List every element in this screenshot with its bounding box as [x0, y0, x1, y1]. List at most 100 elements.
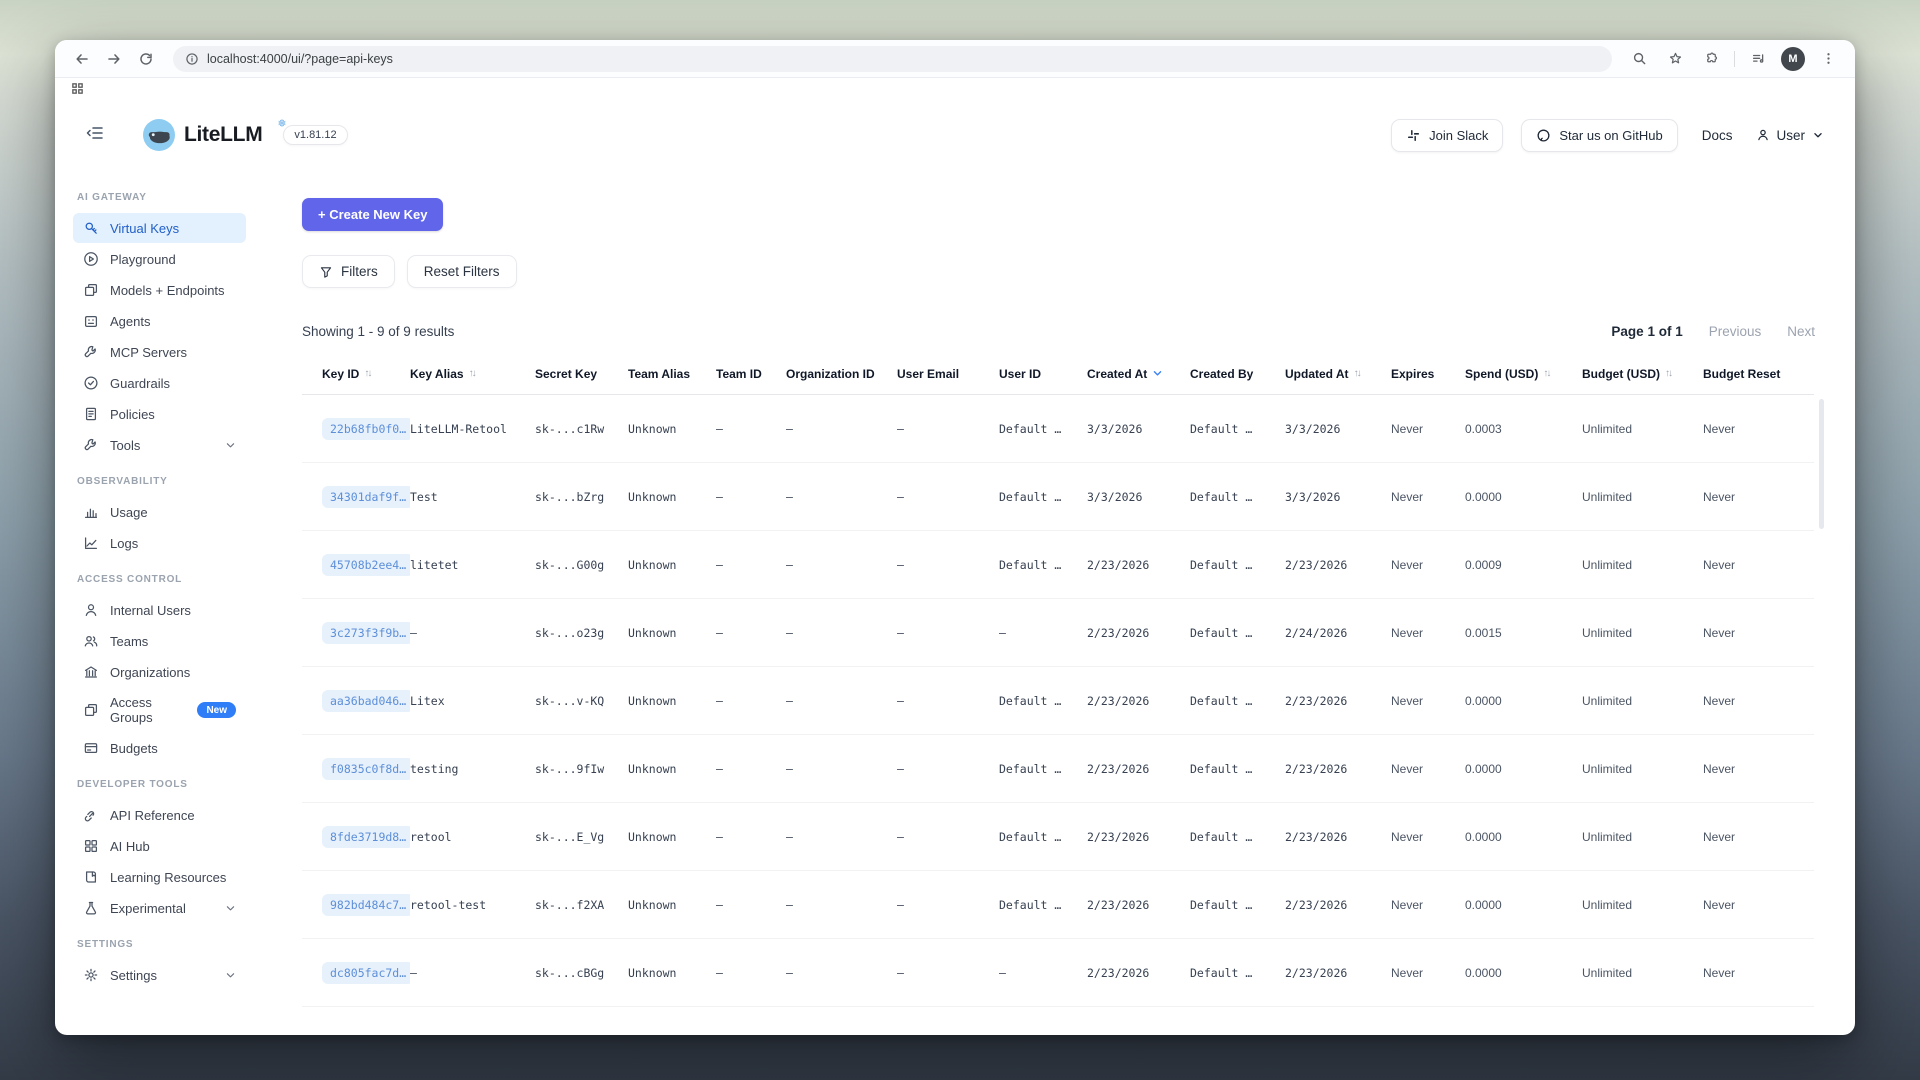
sidebar-item-policies[interactable]: Policies	[73, 399, 246, 429]
sidebar-item-learning-resources[interactable]: Learning Resources	[73, 862, 246, 892]
cell-key-id[interactable]: 8fde3719d8…	[302, 826, 410, 848]
bookmark-star-icon[interactable]	[1662, 46, 1688, 72]
info-icon[interactable]	[185, 52, 199, 66]
cell-created-at: 2/23/2026	[1087, 898, 1190, 912]
sidebar-item-usage[interactable]: Usage	[73, 497, 246, 527]
profile-avatar[interactable]: M	[1781, 47, 1805, 71]
key-id-chip[interactable]: dc805fac7d…	[322, 962, 410, 984]
table-row[interactable]: aa36bad046…Litexsk-...v-KQUnknown–––Defa…	[302, 667, 1814, 735]
column-header-budget-usd[interactable]: Budget (USD)↑↓	[1582, 367, 1703, 381]
zoom-icon[interactable]	[1626, 46, 1652, 72]
cell-key-id[interactable]: 34301daf9f…	[302, 486, 410, 508]
table-row[interactable]: f0835c0f8d…testingsk-...9fIwUnknown–––De…	[302, 735, 1814, 803]
cell-key-id[interactable]: dc805fac7d…	[302, 962, 410, 984]
docs-link[interactable]: Docs	[1696, 128, 1739, 143]
sort-chevron-icon[interactable]	[1152, 368, 1163, 379]
sidebar-item-experimental[interactable]: Experimental	[73, 893, 246, 923]
sidebar-item-label: AI Hub	[110, 839, 150, 854]
cell-expires: Never	[1391, 762, 1465, 776]
sidebar-item-logs[interactable]: Logs	[73, 528, 246, 558]
key-id-chip[interactable]: 982bd484c7…	[322, 894, 410, 916]
column-header-spend-usd[interactable]: Spend (USD)↑↓	[1465, 367, 1582, 381]
table-scrollbar[interactable]	[1819, 399, 1824, 529]
previous-page-button[interactable]: Previous	[1709, 324, 1762, 339]
key-id-chip[interactable]: f0835c0f8d…	[322, 758, 410, 780]
filters-button[interactable]: Filters	[302, 255, 395, 288]
sidebar-item-models-endpoints[interactable]: Models + Endpoints	[73, 275, 246, 305]
key-id-chip[interactable]: 22b68fb0f0…	[322, 418, 410, 440]
reading-list-icon[interactable]	[1745, 46, 1771, 72]
sidebar-item-virtual-keys[interactable]: Virtual Keys	[73, 213, 246, 243]
sidebar-item-organizations[interactable]: Organizations	[73, 657, 246, 687]
cell-spend-usd: 0.0015	[1465, 626, 1582, 640]
sidebar-item-ai-hub[interactable]: AI Hub	[73, 831, 246, 861]
table-row[interactable]: dc805fac7d…–sk-...cBGgUnknown––––2/23/20…	[302, 939, 1814, 1007]
cell-organization-id: –	[786, 966, 897, 980]
browser-toolbar: localhost:4000/ui/?page=api-keys M	[55, 40, 1855, 78]
cell-key-alias: retool-test	[410, 898, 535, 912]
bar-chart-icon	[83, 504, 99, 520]
forward-button[interactable]	[101, 46, 127, 72]
cell-spend-usd: 0.0000	[1465, 830, 1582, 844]
sidebar-item-teams[interactable]: Teams	[73, 626, 246, 656]
cell-key-alias: retool	[410, 830, 535, 844]
table-row[interactable]: 3c273f3f9b…–sk-...o23gUnknown––––2/23/20…	[302, 599, 1814, 667]
next-page-button[interactable]: Next	[1787, 324, 1815, 339]
apps-grid-icon[interactable]	[71, 82, 84, 100]
cell-key-id[interactable]: aa36bad046…	[302, 690, 410, 712]
column-header-secret-key: Secret Key	[535, 367, 628, 381]
slack-icon	[1406, 128, 1421, 143]
brand-logo[interactable]: LiteLLM ❅ v1.81.12	[143, 119, 348, 151]
key-id-chip[interactable]: aa36bad046…	[322, 690, 410, 712]
sort-icon[interactable]: ↑↓	[469, 368, 475, 379]
column-header-updated-at[interactable]: Updated At↑↓	[1285, 367, 1391, 381]
join-slack-button[interactable]: Join Slack	[1391, 119, 1503, 152]
reset-filters-button[interactable]: Reset Filters	[407, 255, 517, 288]
sort-icon[interactable]: ↑↓	[1665, 368, 1671, 379]
sidebar-item-settings[interactable]: Settings	[73, 960, 246, 990]
browser-menu-icon[interactable]	[1815, 46, 1841, 72]
sidebar-item-agents[interactable]: Agents	[73, 306, 246, 336]
address-bar[interactable]: localhost:4000/ui/?page=api-keys	[173, 46, 1612, 72]
file-icon	[83, 406, 99, 422]
reload-button[interactable]	[133, 46, 159, 72]
back-button[interactable]	[69, 46, 95, 72]
cell-team-id: –	[716, 694, 786, 708]
sidebar-item-tools[interactable]: Tools	[73, 430, 246, 460]
table-row[interactable]: 982bd484c7…retool-testsk-...f2XAUnknown–…	[302, 871, 1814, 939]
shield-check-icon	[83, 375, 99, 391]
collapse-sidebar-icon[interactable]	[85, 123, 105, 148]
key-id-chip[interactable]: 45708b2ee4…	[322, 554, 410, 576]
cell-key-id[interactable]: 982bd484c7…	[302, 894, 410, 916]
table-row[interactable]: 45708b2ee4…litetetsk-...G00gUnknown–––De…	[302, 531, 1814, 599]
table-row[interactable]: 34301daf9f…Testsk-...bZrgUnknown–––Defau…	[302, 463, 1814, 531]
table-row[interactable]: 22b68fb0f0…LiteLLM-Retoolsk-...c1RwUnkno…	[302, 395, 1814, 463]
sidebar-item-budgets[interactable]: Budgets	[73, 733, 246, 763]
sort-icon[interactable]: ↑↓	[1354, 368, 1360, 379]
column-header-key-alias[interactable]: Key Alias↑↓	[410, 367, 535, 381]
sort-icon[interactable]: ↑↓	[1543, 368, 1549, 379]
cell-updated-at: 2/23/2026	[1285, 830, 1391, 844]
create-new-key-button[interactable]: + Create New Key	[302, 198, 443, 231]
column-header-key-id[interactable]: Key ID↑↓	[302, 367, 410, 381]
cell-key-id[interactable]: 3c273f3f9b…	[302, 622, 410, 644]
cell-key-id[interactable]: 22b68fb0f0…	[302, 418, 410, 440]
sidebar-item-internal-users[interactable]: Internal Users	[73, 595, 246, 625]
sidebar-item-api-reference[interactable]: API Reference	[73, 800, 246, 830]
user-menu[interactable]: User	[1756, 128, 1825, 143]
cell-key-id[interactable]: 45708b2ee4…	[302, 554, 410, 576]
sidebar-item-mcp-servers[interactable]: MCP Servers	[73, 337, 246, 367]
sidebar-item-access-groups[interactable]: Access GroupsNew	[73, 688, 246, 732]
cell-key-id[interactable]: f0835c0f8d…	[302, 758, 410, 780]
key-id-chip[interactable]: 3c273f3f9b…	[322, 622, 410, 644]
sidebar-item-guardrails[interactable]: Guardrails	[73, 368, 246, 398]
star-github-button[interactable]: Star us on GitHub	[1521, 119, 1677, 152]
key-id-chip[interactable]: 34301daf9f…	[322, 486, 410, 508]
extensions-icon[interactable]	[1698, 46, 1724, 72]
sidebar-item-playground[interactable]: Playground	[73, 244, 246, 274]
column-header-team-id: Team ID	[716, 367, 786, 381]
table-row[interactable]: 8fde3719d8…retoolsk-...E_VgUnknown–––Def…	[302, 803, 1814, 871]
key-id-chip[interactable]: 8fde3719d8…	[322, 826, 410, 848]
column-header-created-at[interactable]: Created At	[1087, 367, 1190, 381]
sort-icon[interactable]: ↑↓	[364, 368, 370, 379]
